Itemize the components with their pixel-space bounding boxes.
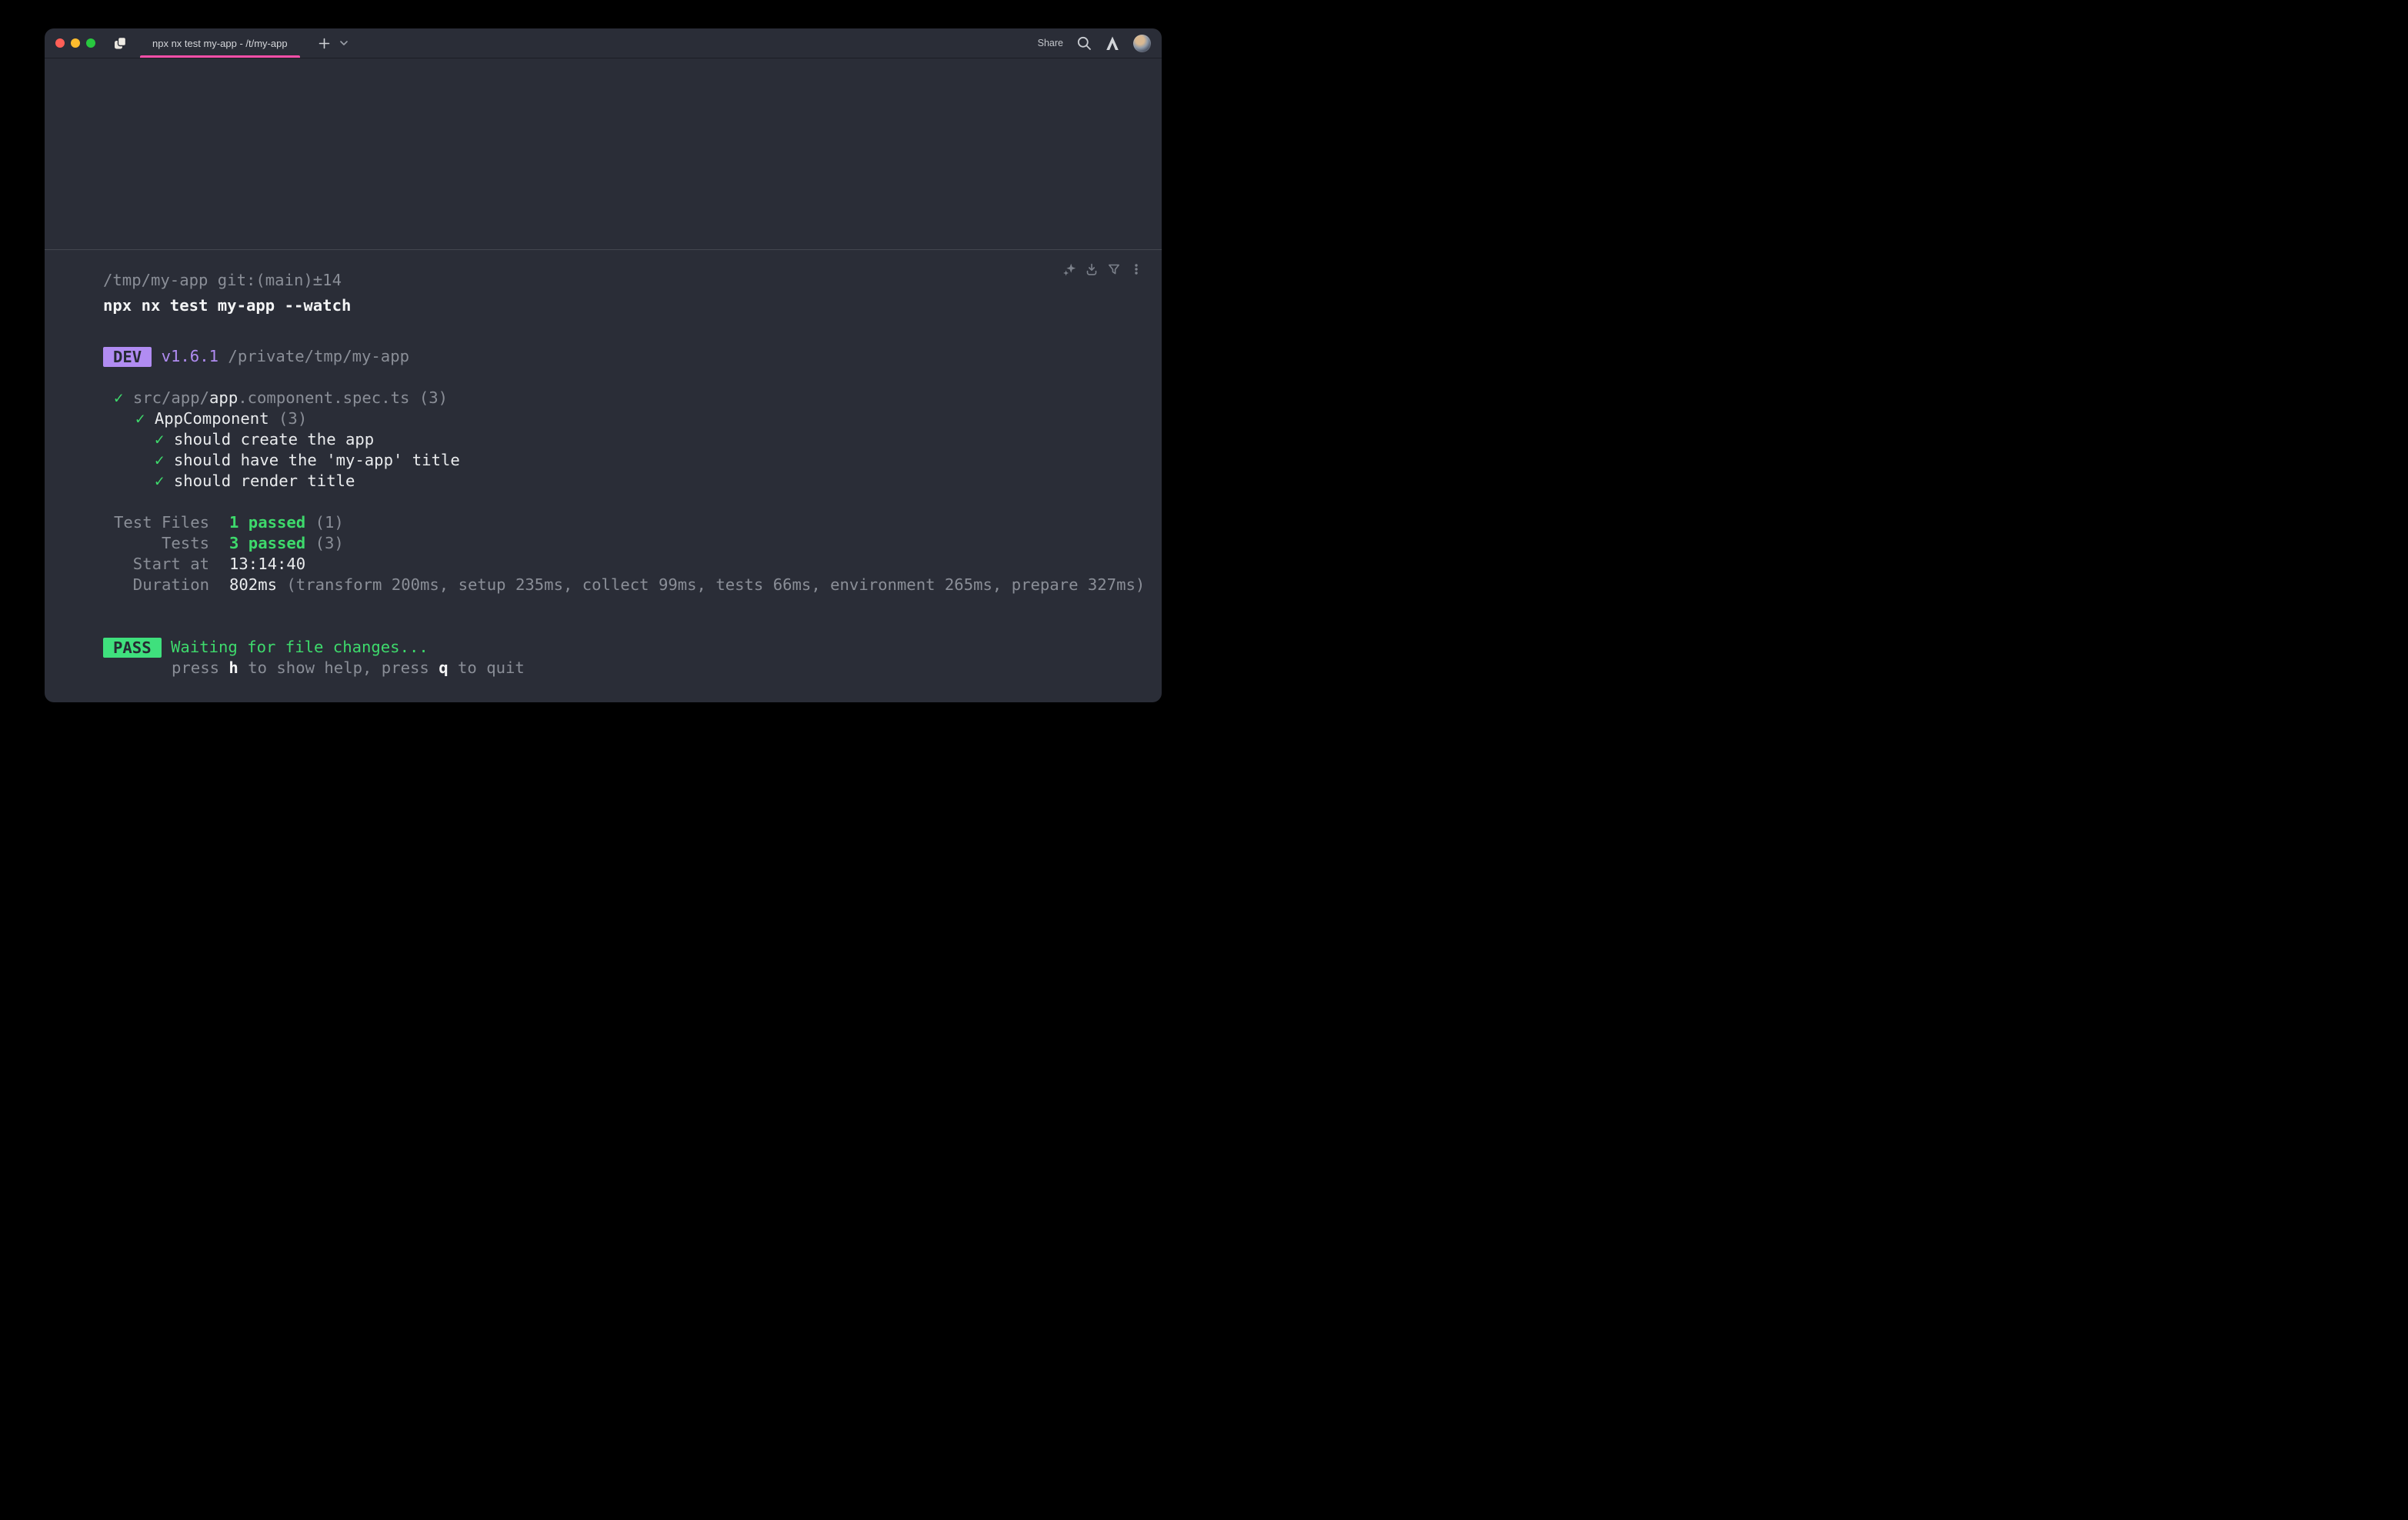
- chevron-down-icon[interactable]: [339, 39, 349, 47]
- check-icon: ✓: [155, 451, 164, 469]
- vitest-version: v1.6.1: [162, 347, 218, 365]
- warp-logo-icon[interactable]: [1105, 35, 1120, 51]
- block-actions: [1062, 262, 1143, 276]
- project-path: /private/tmp/my-app: [228, 347, 409, 365]
- summary-extra: (3): [315, 534, 344, 552]
- test-case-line: ✓ should create the app: [103, 429, 1162, 450]
- test-file-count: (3): [419, 388, 448, 407]
- summary-label: Test Files: [103, 512, 209, 533]
- test-case-name: should have the 'my-app' title: [174, 451, 460, 469]
- sparkles-icon[interactable]: [1062, 262, 1076, 276]
- minimize-window-button[interactable]: [71, 38, 80, 48]
- summary-value: 802ms: [229, 575, 277, 594]
- test-file-line: ✓ src/app/app.component.spec.ts (3): [103, 388, 1162, 408]
- kebab-menu-icon[interactable]: [1129, 262, 1143, 276]
- blank-line: [103, 367, 1162, 388]
- pass-badge: PASS: [103, 638, 162, 658]
- prompt-line: /tmp/my-app git:(main)±14: [103, 270, 1162, 291]
- terminal-window: npx nx test my-app - /t/my-app Share: [45, 28, 1162, 702]
- summary-row: Start at 13:14:40: [103, 554, 1162, 575]
- check-icon: ✓: [114, 388, 123, 407]
- tab-bar-right: Share: [1038, 35, 1152, 52]
- close-window-button[interactable]: [55, 38, 65, 48]
- active-tab-indicator: [140, 55, 300, 58]
- desktop-background: npx nx test my-app - /t/my-app Share: [0, 0, 1204, 760]
- help-text: to show help, press: [238, 658, 439, 677]
- pages-icon[interactable]: [112, 35, 128, 51]
- avatar[interactable]: [1133, 35, 1151, 52]
- terminal-output: /tmp/my-app git:(main)±14 npx nx test my…: [103, 270, 1162, 678]
- check-icon: ✓: [155, 430, 164, 448]
- zoom-window-button[interactable]: [86, 38, 95, 48]
- summary-value: 3 passed: [229, 534, 305, 552]
- test-file-base: app: [209, 388, 238, 407]
- suite-name: AppComponent: [155, 409, 269, 428]
- download-icon[interactable]: [1085, 262, 1099, 276]
- blank-line: [103, 616, 1162, 637]
- status-message: Waiting for file changes...: [171, 638, 429, 656]
- summary-row: Test Files 1 passed (1): [103, 512, 1162, 533]
- tab-bar: npx nx test my-app - /t/my-app Share: [45, 28, 1162, 58]
- window-controls: [54, 38, 95, 48]
- dev-badge: DEV: [103, 347, 152, 367]
- check-icon: ✓: [135, 409, 145, 428]
- test-file-dir: src/app/: [133, 388, 209, 407]
- help-key-h: h: [228, 658, 238, 677]
- tab-title: npx nx test my-app - /t/my-app: [152, 38, 288, 49]
- help-line: press h to show help, press q to quit: [103, 658, 1162, 678]
- test-suite-line: ✓ AppComponent (3): [103, 408, 1162, 429]
- status-line: PASS Waiting for file changes...: [103, 637, 1162, 658]
- vitest-output: DEV v1.6.1 /private/tmp/my-app ✓ src/app…: [103, 325, 1162, 678]
- blank-line: [103, 325, 1162, 346]
- test-case-line: ✓ should render title: [103, 471, 1162, 492]
- summary-label: Duration: [103, 575, 209, 595]
- summary-extra: (1): [315, 513, 344, 532]
- help-text: press: [172, 658, 228, 677]
- summary-value: 1 passed: [229, 513, 305, 532]
- dev-banner-line: DEV v1.6.1 /private/tmp/my-app: [103, 346, 1162, 367]
- blank-line: [103, 492, 1162, 512]
- search-icon[interactable]: [1076, 35, 1092, 51]
- summary-label: Start at: [103, 554, 209, 575]
- summary-row: Tests 3 passed (3): [103, 533, 1162, 554]
- summary-extra: (transform 200ms, setup 235ms, collect 9…: [286, 575, 1145, 594]
- summary-value: 13:14:40: [229, 555, 305, 573]
- help-text: to quit: [449, 658, 525, 677]
- test-case-name: should create the app: [174, 430, 374, 448]
- summary-label: Tests: [103, 533, 209, 554]
- tab-active[interactable]: npx nx test my-app - /t/my-app: [138, 28, 302, 58]
- help-key-q: q: [439, 658, 448, 677]
- previous-command-block: [45, 58, 1162, 249]
- check-icon: ✓: [155, 472, 164, 490]
- share-button[interactable]: Share: [1038, 38, 1063, 48]
- filter-icon[interactable]: [1107, 262, 1121, 276]
- suite-count: (3): [278, 409, 307, 428]
- blank-line: [103, 595, 1162, 616]
- test-case-name: should render title: [174, 472, 355, 490]
- test-case-line: ✓ should have the 'my-app' title: [103, 450, 1162, 471]
- summary-row: Duration 802ms (transform 200ms, setup 23…: [103, 575, 1162, 595]
- test-file-rest: .component.spec.ts: [238, 388, 409, 407]
- command-text: npx nx test my-app --watch: [103, 295, 1162, 316]
- command-block: /tmp/my-app git:(main)±14 npx nx test my…: [45, 249, 1162, 678]
- new-tab-button[interactable]: [319, 38, 330, 49]
